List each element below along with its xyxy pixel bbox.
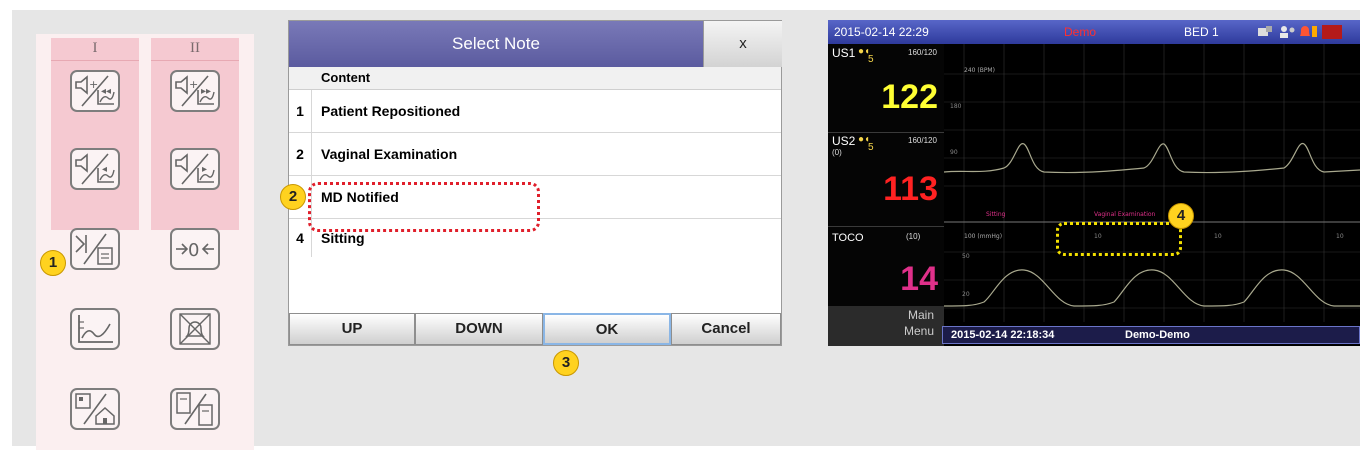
note-row-2[interactable]: 2 Vaginal Examination [289,133,781,176]
time-label: 10 [1214,233,1222,240]
event-note-key[interactable] [70,228,120,270]
up-button[interactable]: UP [289,313,415,345]
toco-tick-label: 20 [962,291,970,298]
status-icons [1258,25,1342,39]
toco-trace [944,269,1360,307]
us2-sub: 5 [868,142,874,153]
trace-graph-icon [78,315,113,343]
callout-marker-3: 3 [553,350,579,376]
volume-down-rewind-key[interactable]: ◂ [70,148,120,190]
volume-up-forward-icon: + ▸▸ [175,75,215,107]
footer-patient-name: Demo-Demo [1125,329,1190,341]
close-button[interactable]: x [703,21,782,67]
cancel-button[interactable]: Cancel [671,313,781,345]
fhr-axis-label: 240 (BPM) [964,67,995,74]
menu-line-2: Menu [903,324,934,338]
note-row-number: 2 [289,133,312,175]
note-row-1[interactable]: 1 Patient Repositioned [289,90,781,133]
volume-down-rewind-icon: ◂ [75,153,115,185]
us2-range: 160/120 [908,136,937,145]
us2-parameter: US2 (0) ●◖ 5 160/120 113 [828,132,944,227]
main-menu-button[interactable]: Main Menu [828,306,944,346]
home-screen-icon [75,393,115,425]
monitor-datetime: 2015-02-14 22:29 [834,25,929,39]
key-column-ii: II [151,38,239,230]
bed-label: BED 1 [1184,25,1219,39]
volume-down-forward-key[interactable]: ▸ [170,148,220,190]
event-note-icon [75,233,113,265]
us1-sub: 5 [868,54,874,65]
dialog-title: Select Note [289,21,703,67]
column-label-i: I [51,40,139,61]
dialog-button-bar: UP DOWN OK Cancel [289,313,781,345]
print-key[interactable] [170,388,220,430]
content-column-header: Content [289,67,781,90]
user-icon [1280,26,1295,38]
us1-range: 160/120 [908,48,937,57]
demo-mode-label: Demo [1064,25,1097,39]
chart-note-vaginal-exam: Vaginal Examination [1094,211,1156,218]
svg-text:◂◂: ◂◂ [101,86,111,97]
footer-time: 2015-02-14 22:18:34 [951,329,1055,341]
svg-text:▸▸: ▸▸ [201,86,211,97]
toco-parameter: TOCO (10) 14 [828,226,944,316]
note-row-label: Vaginal Examination [321,146,458,162]
parameter-panel: US1 ●◖ 5 160/120 122 US2 (0) ●◖ 5 160/12… [828,44,944,346]
toco-tick-label: 50 [962,253,970,260]
chart-note-sitting: Sitting [986,211,1006,218]
zero-arrows-icon: 0 [176,240,214,261]
volume-up-rewind-icon: + ◂◂ [75,75,115,107]
fhr-tick-label: 180 [950,103,962,110]
svg-text:0: 0 [188,240,199,261]
toco-axis-label: 100 (mmHg) [964,233,1002,240]
toco-label: TOCO [832,232,864,244]
toco-zero: (10) [906,232,921,241]
document-print-icon [176,392,213,426]
volume-up-rewind-key[interactable]: + ◂◂ [70,70,120,112]
menu-line-1: Main [907,308,934,322]
battery-icon [1322,25,1342,39]
alarm-silence-icon [179,313,211,345]
content-header-label: Content [321,70,371,85]
note-list-empty-area [289,257,781,313]
column-label-ii: II [151,40,239,61]
alarm-bell-icon [1300,26,1317,37]
us2-value: 113 [883,170,938,208]
us1-label: US1 [832,46,856,60]
callout-marker-1: 1 [40,250,66,276]
monitor-status-bar: 2015-02-14 22:29 Demo BED 1 [828,20,1360,44]
toco-value: 14 [900,260,938,298]
note-row-label: Patient Repositioned [321,103,461,119]
us2-label: US2 [832,134,856,148]
fhr-tick-label: 90 [950,149,958,156]
callout-marker-2: 2 [280,184,306,210]
md-notified-highlight [308,182,540,232]
ctg-trace-chart: 240 (BPM) 180 90 Sitting Vaginal Examina… [944,44,1360,322]
event-annotation-highlight [1056,222,1182,256]
fetal-monitor-screen: 2015-02-14 22:29 Demo BED 1 US1 ●◖ 5 160… [828,20,1360,346]
us1-parameter: US1 ●◖ 5 160/120 122 [828,44,944,133]
svg-text:▸: ▸ [202,164,207,175]
time-label: 10 [1336,233,1344,240]
chart-grid [944,44,1360,322]
trace-view-key[interactable] [70,308,120,350]
down-button[interactable]: DOWN [415,313,543,345]
us1-value: 122 [881,78,938,116]
volume-down-forward-icon: ▸ [175,153,215,185]
network-icon [1258,26,1272,36]
us2-zero: (0) [832,148,842,157]
home-screen-key[interactable] [70,388,120,430]
monitor-footer: 2015-02-14 22:18:34 Demo-Demo [942,326,1360,344]
monitor-key-panel: I II + ◂◂ + ▸▸ ◂ ▸ 0 [36,34,254,450]
ok-button[interactable]: OK [543,313,671,345]
svg-text:◂: ◂ [102,164,107,175]
callout-marker-4: 4 [1168,203,1194,229]
zero-toco-key[interactable]: 0 [170,228,220,270]
key-column-i: I [51,38,139,230]
silence-alarm-key[interactable] [170,308,220,350]
note-row-number: 1 [289,90,312,132]
volume-up-forward-key[interactable]: + ▸▸ [170,70,220,112]
